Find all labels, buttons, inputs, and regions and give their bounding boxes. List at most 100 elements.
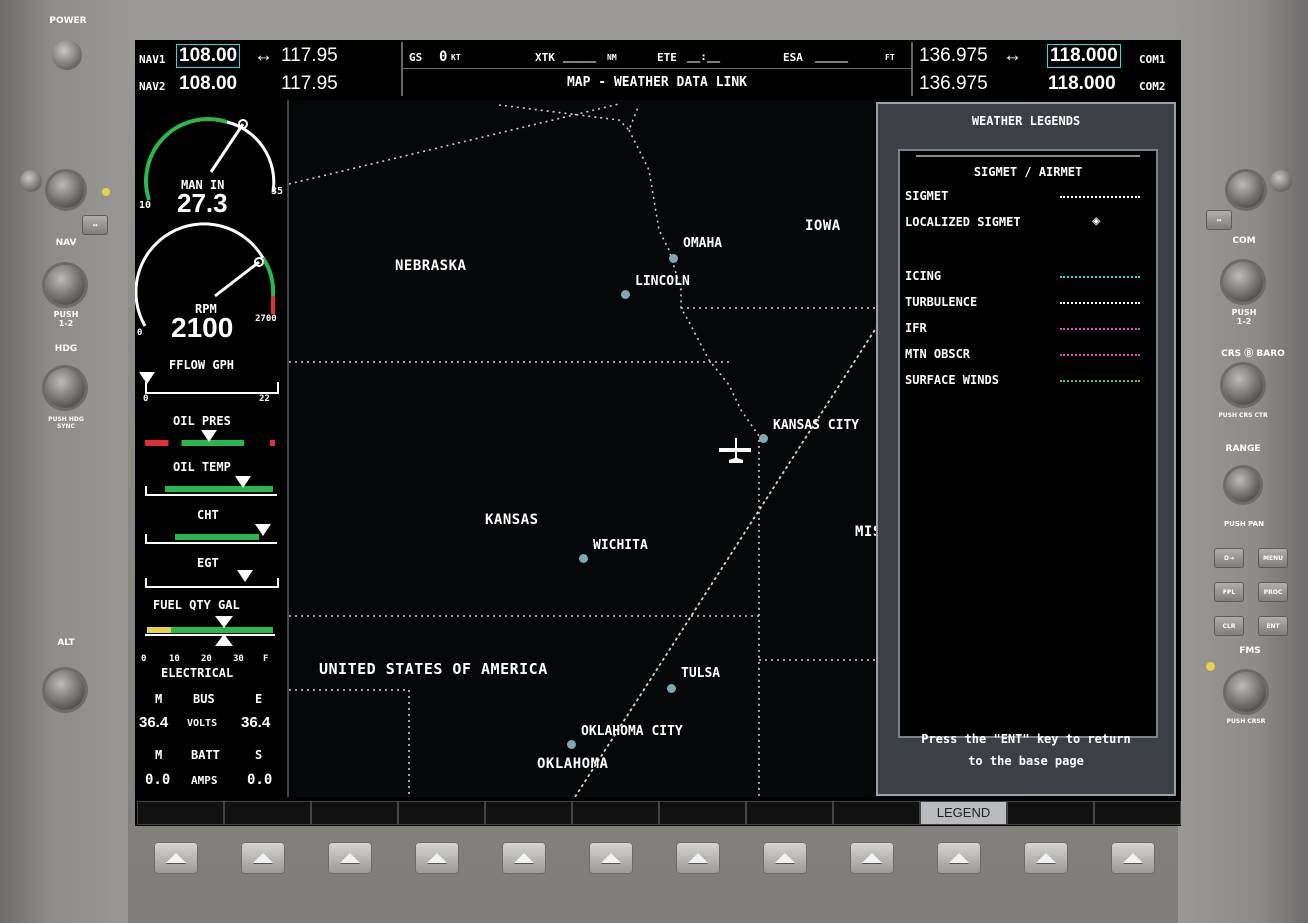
legend-surface-winds-line bbox=[1060, 380, 1140, 382]
clr-key[interactable]: CLR bbox=[1214, 616, 1244, 636]
com-vol-knob[interactable] bbox=[1228, 172, 1264, 208]
softkey-label-12 bbox=[1094, 801, 1181, 825]
softkey-button-5[interactable] bbox=[502, 842, 546, 874]
oklahoma-city-dot[interactable] bbox=[567, 740, 576, 749]
softkey-button-3[interactable] bbox=[328, 842, 372, 874]
softkey-label-5 bbox=[485, 801, 572, 825]
nav1-swap-arrow: ↔ bbox=[254, 45, 273, 66]
batt-m-value: 0.0 bbox=[145, 772, 171, 788]
kansas-city-dot[interactable] bbox=[759, 434, 768, 443]
push-pan-label: PUSH PAN bbox=[1224, 520, 1264, 528]
city-kansas-city-label: KANSAS CITY bbox=[773, 418, 860, 433]
alt-knob[interactable] bbox=[45, 670, 85, 710]
state-iowa-label: IOWA bbox=[805, 218, 841, 234]
gs-label: GS bbox=[409, 51, 423, 64]
fuel-tick-20: 20 bbox=[201, 654, 212, 664]
man-in-white-arc bbox=[226, 120, 276, 193]
fuel-tick-30: 30 bbox=[233, 654, 244, 664]
power-knob[interactable] bbox=[52, 40, 82, 70]
range-joystick[interactable] bbox=[1226, 468, 1260, 502]
mfd-screen: NAV1 108.00 ↔ 117.95 NAV2 108.00 117.95 … bbox=[135, 40, 1181, 826]
up-arrow-icon bbox=[949, 853, 969, 863]
com2-active-freq[interactable]: 136.975 bbox=[919, 73, 988, 95]
tulsa-dot[interactable] bbox=[667, 684, 676, 693]
softkey-button-11[interactable] bbox=[1024, 842, 1068, 874]
nav-vol-button[interactable] bbox=[20, 170, 42, 192]
softkey-button-4[interactable] bbox=[415, 842, 459, 874]
fflow-bar bbox=[145, 382, 279, 394]
legend-sigmet-label: SIGMET bbox=[905, 189, 949, 203]
com2-standby-freq[interactable]: 118.000 bbox=[1048, 73, 1116, 95]
hdg-label: HDG bbox=[54, 344, 78, 354]
com-knob[interactable] bbox=[1223, 262, 1263, 302]
nav-push-12-label: PUSH 1-2 bbox=[53, 310, 79, 328]
top-status-bar: NAV1 108.00 ↔ 117.95 NAV2 108.00 117.95 … bbox=[135, 40, 1181, 100]
softkey-button-legend[interactable] bbox=[937, 842, 981, 874]
legend-footer: Press the "ENT" key to return to the bas… bbox=[878, 728, 1174, 772]
nav-knob[interactable] bbox=[45, 265, 85, 305]
man-in-value: 27.3 bbox=[177, 188, 228, 218]
nav2-active-freq[interactable]: 108.00 bbox=[179, 73, 237, 95]
batt-s-label: S bbox=[255, 748, 263, 762]
com1-active-freq[interactable]: 136.975 bbox=[919, 45, 988, 67]
nav1-active-freq[interactable]: 108.00 bbox=[175, 44, 241, 68]
fms-indicator bbox=[1206, 662, 1215, 671]
nav-vol-knob[interactable] bbox=[48, 172, 84, 208]
state-oklahoma-label: OKLAHOMA bbox=[537, 756, 609, 772]
xtk-value: _____ bbox=[563, 50, 597, 63]
softkey-button-9[interactable] bbox=[850, 842, 894, 874]
up-arrow-icon bbox=[514, 853, 534, 863]
softkey-label-1 bbox=[137, 801, 224, 825]
man-in-needle bbox=[209, 123, 245, 173]
page-title: MAP - WEATHER DATA LINK bbox=[566, 75, 747, 90]
fuel-qty-label: FUEL QTY GAL bbox=[153, 598, 240, 612]
com-swap-button[interactable]: ↔ bbox=[1206, 210, 1232, 230]
fuel-tick-0: 0 bbox=[141, 654, 147, 664]
softkey-button-12[interactable] bbox=[1111, 842, 1155, 874]
menu-key[interactable]: MENU bbox=[1258, 548, 1288, 568]
softkey-button-8[interactable] bbox=[763, 842, 807, 874]
ent-key[interactable]: ENT bbox=[1258, 616, 1288, 636]
fms-knob[interactable] bbox=[1226, 672, 1266, 712]
ete-label: ETE bbox=[657, 51, 677, 64]
fflow-max: 22 bbox=[259, 394, 270, 404]
nav1-standby-freq[interactable]: 117.95 bbox=[281, 45, 338, 67]
fpl-key[interactable]: FPL bbox=[1214, 582, 1244, 602]
softkey-button-6[interactable] bbox=[589, 842, 633, 874]
legend-localized-sigmet-label: LOCALIZED SIGMET bbox=[905, 215, 1021, 229]
nav-swap-button[interactable]: ↔ bbox=[82, 215, 108, 235]
legend-window-title: WEATHER LEGENDS bbox=[971, 114, 1081, 128]
direct-to-key[interactable]: D→ bbox=[1214, 548, 1244, 568]
softkey-label-11 bbox=[1007, 801, 1094, 825]
legend-surface-winds-label: SURFACE WINDS bbox=[905, 373, 999, 387]
electrical-label: ELECTRICAL bbox=[161, 666, 234, 680]
legend-footer-line2: to the base page bbox=[968, 754, 1084, 768]
batt-s-value: 0.0 bbox=[247, 772, 273, 788]
weather-legend-window: WEATHER LEGENDS SIGMET / AIRMET SIGMET L… bbox=[876, 102, 1176, 796]
hdg-knob[interactable] bbox=[45, 368, 85, 408]
city-lincoln-label: LINCOLN bbox=[635, 274, 690, 289]
com1-standby-freq[interactable]: 118.000 bbox=[1047, 44, 1121, 68]
xtk-label: XTK bbox=[535, 51, 555, 64]
bus-m-value: 36.4 bbox=[139, 714, 169, 731]
up-arrow-icon bbox=[775, 853, 795, 863]
softkey-button-7[interactable] bbox=[676, 842, 720, 874]
omaha-dot[interactable] bbox=[669, 254, 678, 263]
oil-pres-label: OIL PRES bbox=[173, 414, 231, 428]
proc-key[interactable]: PROC bbox=[1258, 582, 1288, 602]
com-vol-button[interactable] bbox=[1270, 170, 1292, 192]
crs-baro-knob[interactable] bbox=[1223, 365, 1263, 405]
wichita-dot[interactable] bbox=[579, 554, 588, 563]
lincoln-dot[interactable] bbox=[621, 290, 630, 299]
cht-label: CHT bbox=[197, 508, 219, 522]
up-arrow-icon bbox=[601, 853, 621, 863]
legend-mtn-obscr-label: MTN OBSCR bbox=[905, 347, 971, 361]
nav2-standby-freq[interactable]: 117.95 bbox=[281, 73, 338, 95]
softkey-button-1[interactable] bbox=[154, 842, 198, 874]
softkey-button-2[interactable] bbox=[241, 842, 285, 874]
legend-sigmet-line bbox=[1060, 196, 1140, 198]
fflow-label: FFLOW GPH bbox=[169, 358, 235, 372]
legend-ifr-label: IFR bbox=[905, 321, 927, 335]
fflow-pointer bbox=[139, 372, 155, 384]
legend-list: SIGMET / AIRMET SIGMET LOCALIZED SIGMET … bbox=[898, 149, 1158, 738]
